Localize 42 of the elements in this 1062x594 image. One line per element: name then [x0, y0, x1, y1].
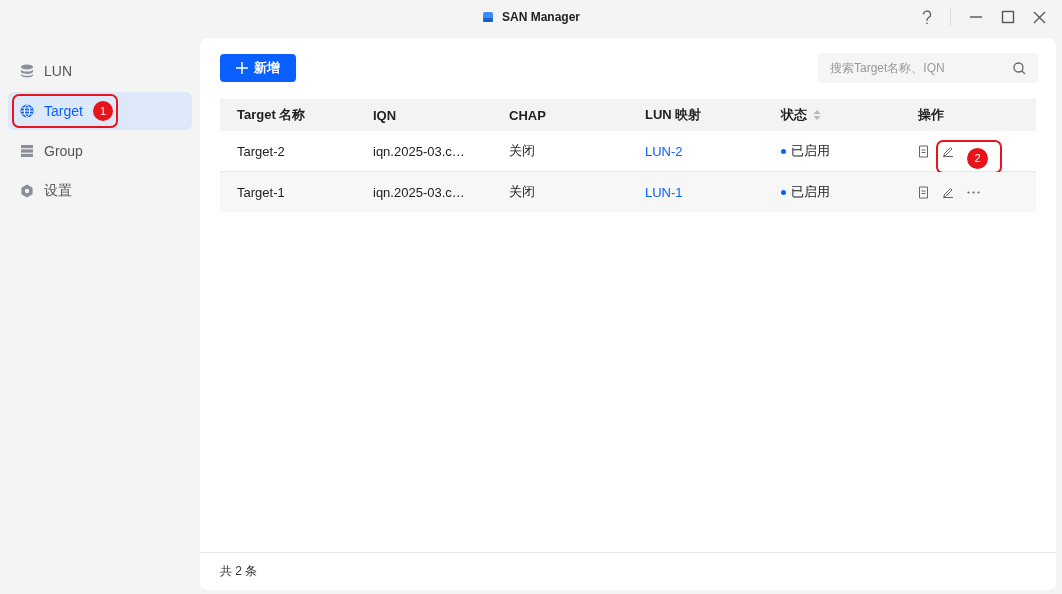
document-icon[interactable]: [918, 144, 929, 158]
table-cell: Target-1: [237, 184, 285, 200]
search-icon: [1013, 62, 1026, 75]
database-icon: [20, 64, 34, 78]
table-cell: Target-2: [237, 143, 285, 159]
total-count: 共 2 条: [220, 563, 258, 580]
table-cell: iqn.2025-03.c…: [373, 143, 465, 159]
app-icon: [482, 11, 494, 23]
sidebar-item[interactable]: Group: [8, 132, 192, 170]
status-text: 已启用: [791, 142, 830, 160]
maximize-icon[interactable]: [1001, 10, 1015, 24]
lun-link[interactable]: LUN-1: [645, 184, 683, 200]
search-field[interactable]: 搜索Target名称、IQN: [818, 53, 1038, 83]
status-text: 已启用: [791, 183, 830, 201]
globe-icon: [20, 104, 34, 118]
column-header: 操作: [918, 106, 944, 124]
column-header: CHAP: [509, 107, 546, 123]
add-button[interactable]: 新增: [220, 54, 296, 82]
edit-icon[interactable]: [942, 186, 954, 198]
table-cell: 关闭: [509, 183, 535, 201]
sidebar-item[interactable]: 设置: [8, 172, 192, 210]
document-icon[interactable]: [918, 185, 929, 199]
list-icon: [20, 144, 34, 158]
settings-icon: [20, 184, 34, 198]
table-cell: iqn.2025-03.c…: [373, 184, 465, 200]
window-title: SAN Manager: [502, 10, 580, 24]
more-icon[interactable]: [967, 190, 980, 194]
table-cell: 关闭: [509, 142, 535, 160]
column-header: IQN: [373, 107, 397, 123]
sidebar-item[interactable]: LUN: [8, 52, 192, 90]
step-badge: 2: [967, 147, 988, 169]
step-badge: 1: [93, 101, 113, 121]
plus-icon: [236, 62, 248, 74]
sidebar-item[interactable]: Target 1: [8, 92, 192, 130]
edit-icon[interactable]: [942, 145, 954, 157]
column-header: LUN 映射: [645, 106, 702, 124]
column-header: Target 名称: [237, 106, 306, 124]
close-icon[interactable]: [1033, 10, 1046, 24]
lun-link[interactable]: LUN-2: [645, 143, 683, 159]
help-icon[interactable]: [922, 9, 932, 25]
table-row[interactable]: Target-1 iqn.2025-03.c… 关闭 LUN-1 已启用: [220, 172, 1036, 212]
column-header: 状态: [781, 106, 807, 124]
